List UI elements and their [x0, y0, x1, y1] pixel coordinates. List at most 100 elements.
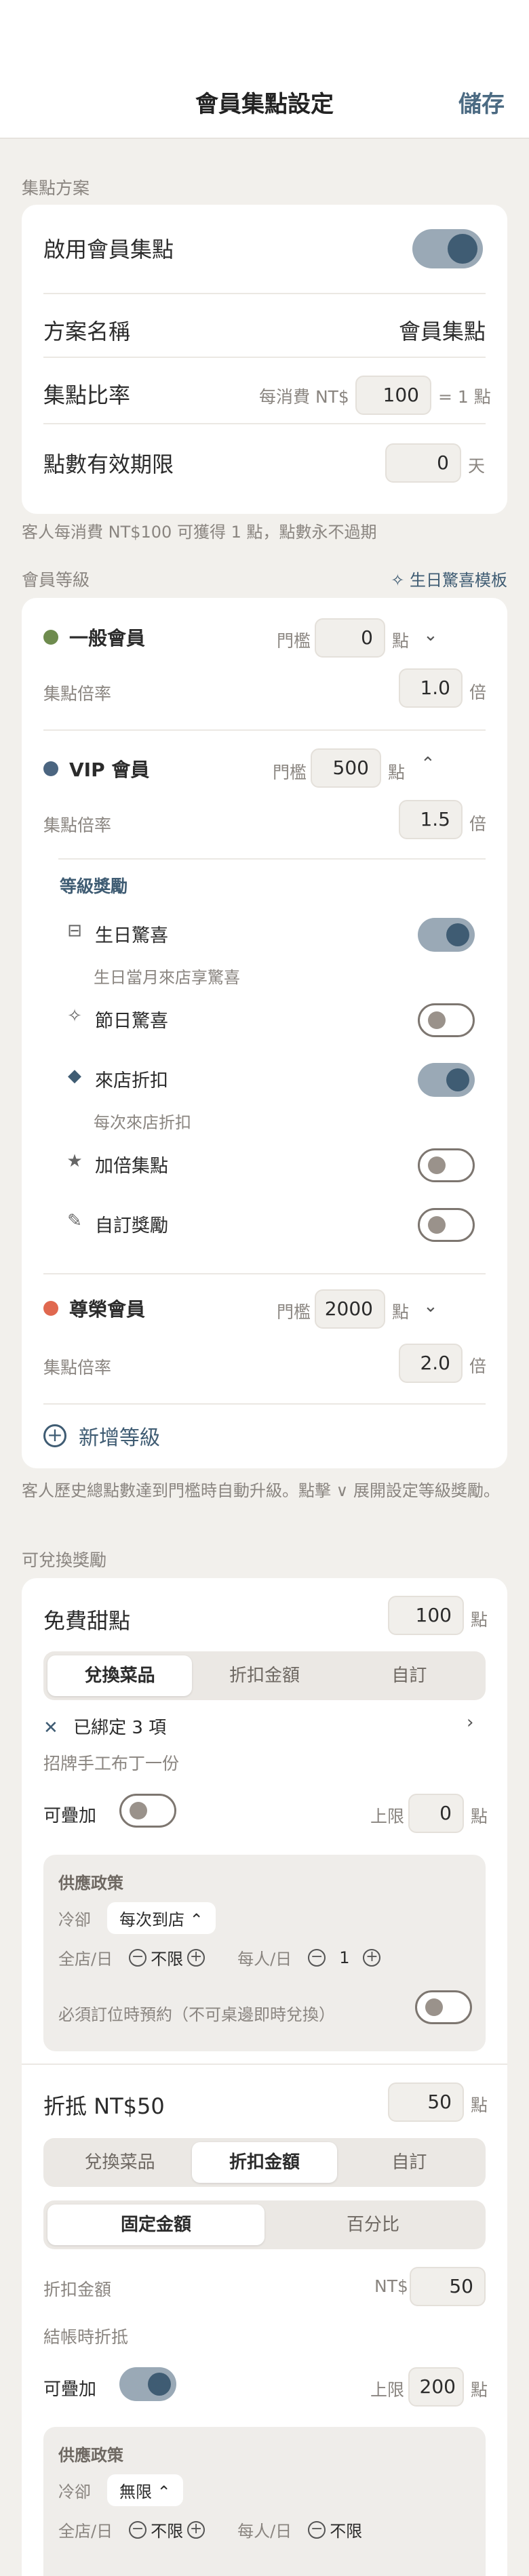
minus-icon[interactable]: − [308, 2520, 326, 2539]
amount-prefix: NT$ [374, 2276, 408, 2296]
level-row[interactable]: 尊榮會員 [43, 1288, 486, 1329]
bound-items-desc: 招牌手工布丁一份 [43, 1754, 180, 1773]
reward-title[interactable]: 折抵 NT$50 [43, 2089, 165, 2120]
divider [43, 357, 486, 358]
tab-custom[interactable]: 自訂 [337, 2142, 482, 2183]
minus-icon[interactable]: − [129, 1948, 147, 1967]
threshold-input[interactable]: 500 [311, 748, 381, 788]
stackable-toggle[interactable] [119, 2367, 176, 2401]
levels-card: 一般會員 門檻 0 點 ⌄ 集點倍率 1.0 倍 VIP 會員 門檻 500 點… [22, 598, 507, 1424]
amount-input[interactable]: 50 [410, 2267, 486, 2306]
divider [43, 293, 486, 294]
chevron-up-icon[interactable]: ⌃ [420, 754, 435, 774]
enable-points-toggle[interactable] [412, 229, 483, 268]
tag-icon: ◆ [68, 1066, 81, 1086]
redeem-card: 免費甜點 100 點 兌換菜品 折扣金額 自訂 ✕ 已綁定 3 項 › 招牌手工… [22, 1578, 507, 2576]
stackable-label: 可疊加 [43, 2379, 97, 2400]
reward-type-tabs: 兌換菜品 折扣金額 自訂 [43, 2138, 486, 2187]
custom-reward-toggle[interactable] [418, 1208, 475, 1242]
reward-title[interactable]: 免費甜點 [43, 1604, 130, 1635]
chevron-right-icon[interactable]: › [467, 1712, 473, 1733]
multiplier-input[interactable]: 2.0 [399, 1344, 463, 1383]
reward-points-input[interactable]: 50 [388, 2082, 464, 2122]
toggle-knob [425, 1998, 443, 2016]
holiday-reward-toggle[interactable] [418, 1003, 475, 1037]
star-icon: ★ [66, 1151, 83, 1171]
booking-note: 必須訂位時預約（不可桌邊即時兌換） [58, 2005, 335, 2024]
tab-redeem-dish[interactable]: 兌換菜品 [47, 1655, 193, 1696]
cap-input[interactable]: 0 [408, 1794, 464, 1833]
chevron-down-icon[interactable]: ⌄ [423, 1296, 438, 1316]
cooldown-select[interactable]: 每次到店 ⌃ [107, 1902, 216, 1934]
plus-icon[interactable]: + [363, 1948, 381, 1967]
tab-fixed-amount[interactable]: 固定金額 [47, 2205, 264, 2245]
reward-type-tabs: 兌換菜品 折扣金額 自訂 [43, 1651, 486, 1700]
visit-discount-toggle[interactable] [418, 1063, 475, 1097]
minus-icon[interactable]: − [129, 2520, 147, 2539]
level-row[interactable]: VIP 會員 [43, 748, 486, 789]
toggle-knob [448, 234, 477, 264]
toggle-knob [446, 923, 469, 946]
cooldown-label: 冷卻 [58, 1910, 91, 1929]
birthday-reward-toggle[interactable] [418, 918, 475, 952]
bound-items-row[interactable]: ✕ 已綁定 3 項 [43, 1714, 166, 1739]
top-bar: 會員集點設定 儲存 [0, 0, 529, 139]
reward-row-double-points: ★ 加倍集點 [64, 1143, 473, 1184]
threshold-input[interactable]: 2000 [315, 1289, 385, 1329]
divider [58, 858, 486, 860]
cap-label: 上限 [370, 2380, 405, 2400]
pencil-icon: ✎ [67, 1211, 82, 1231]
tab-percentage[interactable]: 百分比 [264, 2205, 482, 2245]
add-level-label: 新增等級 [79, 1426, 160, 1450]
reward-points-input[interactable]: 100 [388, 1596, 464, 1635]
section-label-redeem: 可兌換獎勵 [22, 1550, 107, 1570]
points-unit: 點 [471, 1610, 488, 1630]
reward-label: 加倍集點 [95, 1156, 168, 1177]
plus-icon[interactable]: + [187, 2520, 205, 2539]
sparkle-icon: ✧ [67, 1006, 82, 1026]
ratio-amount-input[interactable]: 100 [355, 376, 431, 415]
threshold-input[interactable]: 0 [315, 618, 385, 658]
save-button[interactable]: 儲存 [458, 85, 505, 119]
minus-icon[interactable]: − [308, 1948, 326, 1967]
person-day-label: 每人/日 [237, 2522, 292, 2541]
cooldown-select[interactable]: 無限 ⌃ [107, 2474, 183, 2506]
toggle-knob [428, 1216, 446, 1234]
divider [43, 1403, 486, 1405]
toggle-knob [446, 1068, 469, 1091]
plan-name-value[interactable]: 會員集點 [399, 315, 486, 346]
plus-icon[interactable]: + [187, 1948, 205, 1967]
multiplier-label: 集點倍率 [43, 816, 112, 835]
reward-label: 自訂獎勵 [95, 1215, 168, 1236]
booking-required-toggle[interactable] [415, 1990, 472, 2024]
chevron-down-icon[interactable]: ⌄ [423, 625, 438, 645]
tab-discount-amount[interactable]: 折扣金額 [192, 2142, 337, 2183]
enable-points-label: 啟用會員集點 [43, 237, 174, 262]
multiplier-input[interactable]: 1.0 [399, 668, 463, 708]
policy-title: 供應政策 [58, 2446, 123, 2465]
tab-redeem-dish[interactable]: 兌換菜品 [47, 2142, 192, 2183]
add-level-row[interactable]: + 新增等級 [22, 1407, 507, 1468]
toggle-knob [130, 1802, 147, 1819]
reward-label: 節日驚喜 [95, 1011, 168, 1032]
cap-input[interactable]: 200 [408, 2367, 464, 2407]
points-plan-card: 啟用會員集點 方案名稱 會員集點 集點比率 每消費 NT$ 100 = 1 點 … [22, 205, 507, 514]
level-row[interactable]: 一般會員 [43, 617, 486, 658]
tab-discount-amount[interactable]: 折扣金額 [192, 1655, 336, 1696]
amount-label: 折扣金額 [43, 2280, 112, 2299]
threshold-label: 門檻 [277, 1302, 311, 1322]
bound-items-label: 已綁定 3 項 [73, 1718, 167, 1738]
multiplier-label: 集點倍率 [43, 684, 112, 704]
threshold-label: 門檻 [273, 763, 307, 782]
level-name: VIP 會員 [69, 759, 150, 781]
birthday-template-link[interactable]: ✧ 生日驚喜模板 [391, 567, 507, 590]
tab-custom[interactable]: 自訂 [337, 1655, 482, 1696]
expiry-days-input[interactable]: 0 [385, 443, 461, 483]
multiplier-input[interactable]: 1.5 [399, 800, 463, 839]
divider [43, 1273, 486, 1274]
stackable-toggle[interactable] [119, 1794, 176, 1828]
points-plan-helper: 客人每消費 NT$100 可獲得 1 點，點數永不過期 [22, 523, 377, 542]
section-label-levels: 會員等級 [22, 570, 90, 590]
double-points-toggle[interactable] [418, 1148, 475, 1182]
rewards-title: 等級獎勵 [60, 877, 128, 896]
